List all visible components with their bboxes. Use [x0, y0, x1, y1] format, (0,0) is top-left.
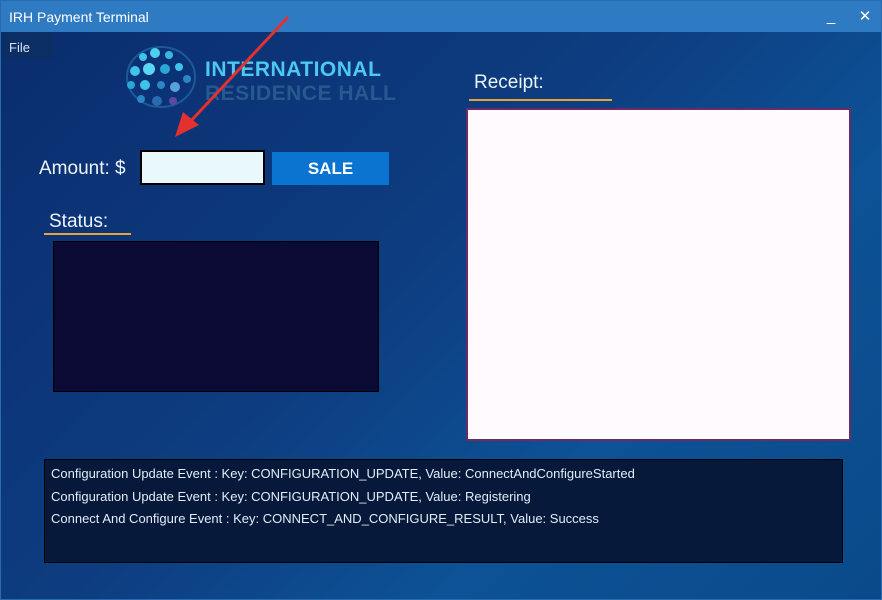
event-log[interactable]: Configuration Update Event : Key: CONFIG… — [44, 459, 843, 563]
status-heading: Status: — [49, 211, 109, 232]
log-line: Configuration Update Event : Key: CONFIG… — [51, 466, 635, 481]
receipt-heading: Receipt: — [474, 72, 544, 93]
red-arrow-icon — [175, 15, 290, 137]
app-window: IRH Payment Terminal _ ✕ File INTERNATIO… — [0, 0, 882, 600]
receipt-underline — [469, 99, 612, 101]
status-panel — [53, 241, 379, 392]
status-underline — [44, 233, 131, 235]
log-line: Configuration Update Event : Key: CONFIG… — [51, 489, 531, 504]
amount-input[interactable] — [140, 150, 265, 185]
receipt-panel[interactable] — [466, 108, 851, 441]
window-title: IRH Payment Terminal — [9, 9, 149, 25]
menu-bar: File — [1, 32, 53, 60]
title-bar[interactable]: IRH Payment Terminal _ ✕ — [1, 1, 881, 32]
amount-label: Amount: $ — [39, 158, 126, 179]
close-button[interactable]: ✕ — [853, 5, 877, 29]
log-line: Connect And Configure Event : Key: CONNE… — [51, 511, 599, 526]
minimize-button[interactable]: _ — [819, 5, 843, 29]
menu-file[interactable]: File — [9, 40, 30, 55]
sale-button[interactable]: SALE — [272, 152, 389, 185]
